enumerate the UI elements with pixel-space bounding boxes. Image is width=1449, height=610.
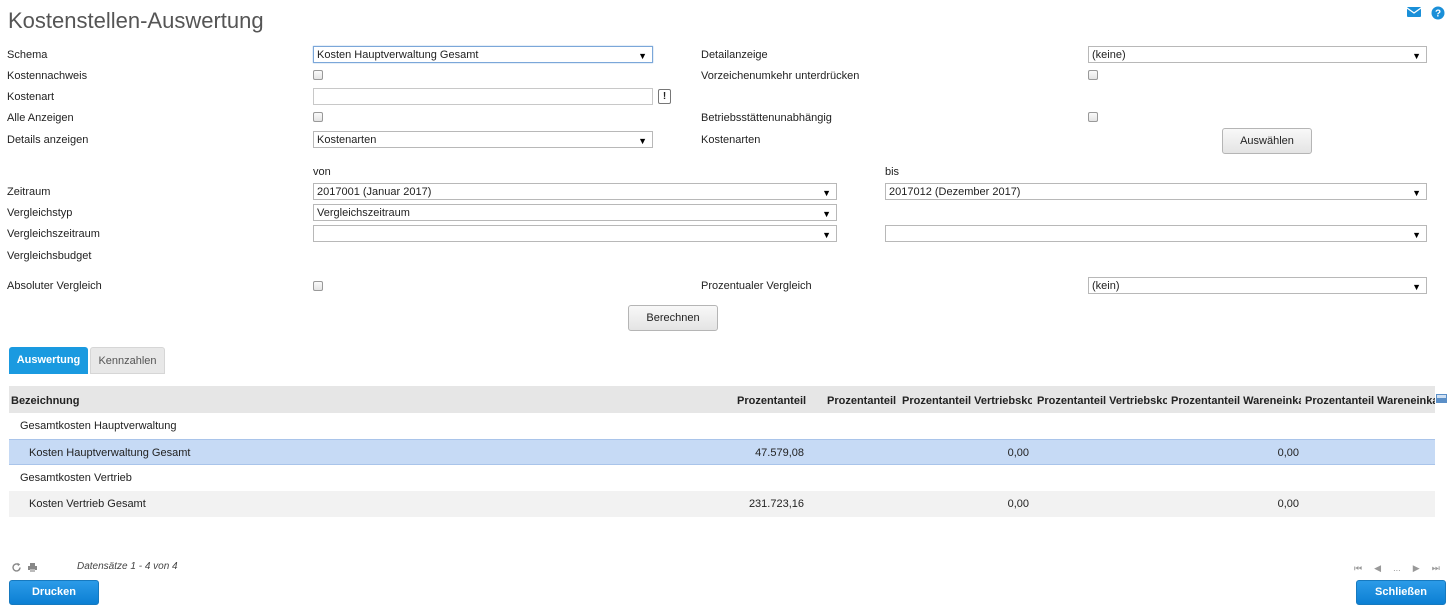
vergleichstyp-label: Vergleichstyp xyxy=(7,207,73,219)
vorzeichenumkehr-checkbox[interactable] xyxy=(1088,70,1098,80)
table-row[interactable]: Gesamtkosten Hauptverwaltung xyxy=(9,413,1435,439)
alle-anzeigen-checkbox[interactable] xyxy=(313,112,323,122)
tab-kennzahlen[interactable]: Kennzahlen xyxy=(90,347,165,374)
column-header-prozentanteil-1[interactable]: Prozentanteil xyxy=(737,395,806,407)
first-page-icon[interactable]: ⏮ xyxy=(1354,563,1362,574)
detailanzeige-select[interactable]: (keine) ▼ xyxy=(1088,46,1427,63)
chevron-down-icon: ▼ xyxy=(1412,282,1421,292)
records-info: Datensätze 1 - 4 von 4 xyxy=(77,561,178,572)
zeitraum-von-value: 2017001 (Januar 2017) xyxy=(317,186,432,198)
schliessen-button[interactable]: Schließen xyxy=(1356,580,1446,605)
details-anzeigen-select[interactable]: Kostenarten ▼ xyxy=(313,131,653,148)
prozentualer-vergleich-label: Prozentualer Vergleich xyxy=(701,280,812,292)
row-value-wareneinka: 0,00 xyxy=(1277,498,1299,510)
row-value-vertriebsko: 0,00 xyxy=(1007,498,1029,510)
prev-page-icon[interactable]: ◀ xyxy=(1374,563,1381,574)
table-row[interactable]: Gesamtkosten Vertrieb xyxy=(9,465,1435,491)
last-page-icon[interactable]: ⏭ xyxy=(1432,563,1440,574)
chevron-down-icon: ▼ xyxy=(1412,188,1421,198)
help-icon[interactable]: ? xyxy=(1431,6,1445,20)
prozentualer-vergleich-value: (kein) xyxy=(1092,280,1120,292)
kostennachweis-checkbox[interactable] xyxy=(313,70,323,80)
chevron-down-icon: ▼ xyxy=(822,230,831,240)
chevron-down-icon: ▼ xyxy=(1412,230,1421,240)
absoluter-vergleich-label: Absoluter Vergleich xyxy=(7,280,102,292)
von-label: von xyxy=(313,166,331,178)
details-anzeigen-label: Details anzeigen xyxy=(7,134,89,146)
table-row[interactable]: Kosten Hauptverwaltung Gesamt 47.579,08 … xyxy=(9,439,1435,465)
row-label: Kosten Vertrieb Gesamt xyxy=(29,498,146,510)
details-anzeigen-value: Kostenarten xyxy=(317,134,377,146)
kostenart-lookup-button[interactable]: ! xyxy=(658,89,671,104)
column-header-vertriebsko-1[interactable]: Prozentanteil Vertriebsko xyxy=(902,395,1032,407)
row-label: Gesamtkosten Vertrieb xyxy=(20,472,132,484)
vergleichszeitraum-bis-select[interactable]: ▼ xyxy=(885,225,1427,242)
next-page-icon[interactable]: ▶ xyxy=(1413,563,1420,574)
pager: ⏮ ◀ ... ▶ ⏭ xyxy=(1345,562,1440,574)
drucken-button[interactable]: Drucken xyxy=(9,580,99,605)
chevron-down-icon: ▼ xyxy=(822,209,831,219)
chevron-down-icon: ▼ xyxy=(638,51,647,61)
svg-text:?: ? xyxy=(1435,9,1441,20)
betriebsstaetten-label: Betriebsstättenunabhängig xyxy=(701,112,832,124)
vergleichszeitraum-label: Vergleichszeitraum xyxy=(7,228,100,240)
schema-select-value: Kosten Hauptverwaltung Gesamt xyxy=(317,49,479,61)
column-header-wareneinka-2[interactable]: Prozentanteil Wareneinka xyxy=(1305,395,1435,407)
zeitraum-label: Zeitraum xyxy=(7,186,51,198)
column-header-prozentanteil-2[interactable]: Prozentanteil xyxy=(827,395,896,407)
grid-header: Bezeichnung Prozentanteil Prozentanteil … xyxy=(9,386,1435,413)
vergleichstyp-value: Vergleichszeitraum xyxy=(317,207,410,219)
row-label: Gesamtkosten Hauptverwaltung xyxy=(20,420,177,432)
page-title: Kostenstellen-Auswertung xyxy=(8,8,264,33)
alle-anzeigen-label: Alle Anzeigen xyxy=(7,112,74,124)
kostenart-label: Kostenart xyxy=(7,91,55,103)
chevron-down-icon: ▼ xyxy=(1412,51,1421,61)
row-value-prozentanteil: 231.723,16 xyxy=(748,498,804,510)
detailanzeige-value: (keine) xyxy=(1092,49,1126,61)
row-value-prozentanteil: 47.579,08 xyxy=(755,447,804,459)
bis-label: bis xyxy=(885,166,900,178)
column-chooser-icon[interactable] xyxy=(1436,394,1447,403)
column-header-bezeichnung[interactable]: Bezeichnung xyxy=(11,395,79,407)
zeitraum-von-select[interactable]: 2017001 (Januar 2017) ▼ xyxy=(313,183,837,200)
row-value-vertriebsko: 0,00 xyxy=(1007,447,1029,459)
pager-ellipsis: ... xyxy=(1393,563,1401,573)
row-value-wareneinka: 0,00 xyxy=(1277,447,1299,459)
kostennachweis-label: Kostennachweis xyxy=(7,70,88,82)
table-row[interactable]: Kosten Vertrieb Gesamt 231.723,16 0,00 0… xyxy=(9,491,1435,517)
row-label: Kosten Hauptverwaltung Gesamt xyxy=(29,447,191,459)
berechnen-button[interactable]: Berechnen xyxy=(628,305,718,331)
refresh-icon[interactable] xyxy=(11,562,22,573)
detailanzeige-label: Detailanzeige xyxy=(701,49,768,61)
schema-label: Schema xyxy=(7,49,48,61)
chevron-down-icon: ▼ xyxy=(822,188,831,198)
vergleichszeitraum-von-select[interactable]: ▼ xyxy=(313,225,837,242)
chevron-down-icon: ▼ xyxy=(638,136,647,146)
column-header-wareneinka-1[interactable]: Prozentanteil Wareneinka xyxy=(1171,395,1301,407)
vorzeichenumkehr-label: Vorzeichenumkehr unterdrücken xyxy=(701,70,860,82)
zeitraum-bis-value: 2017012 (Dezember 2017) xyxy=(889,186,1021,198)
absoluter-vergleich-checkbox[interactable] xyxy=(313,281,323,291)
kostenart-input[interactable] xyxy=(313,88,653,105)
prozentualer-vergleich-select[interactable]: (kein) ▼ xyxy=(1088,277,1427,294)
betriebsstaetten-checkbox[interactable] xyxy=(1088,112,1098,122)
tab-auswertung[interactable]: Auswertung xyxy=(9,347,88,374)
column-header-vertriebsko-2[interactable]: Prozentanteil Vertriebsko xyxy=(1037,395,1167,407)
mail-icon[interactable] xyxy=(1406,6,1422,20)
schema-select[interactable]: Kosten Hauptverwaltung Gesamt ▼ xyxy=(313,46,653,63)
kostenarten-label: Kostenarten xyxy=(701,134,761,146)
vergleichsbudget-label: Vergleichsbudget xyxy=(7,250,92,262)
print-icon[interactable] xyxy=(27,562,38,573)
vergleichstyp-select[interactable]: Vergleichszeitraum ▼ xyxy=(313,204,837,221)
zeitraum-bis-select[interactable]: 2017012 (Dezember 2017) ▼ xyxy=(885,183,1427,200)
auswaehlen-button[interactable]: Auswählen xyxy=(1222,128,1312,154)
